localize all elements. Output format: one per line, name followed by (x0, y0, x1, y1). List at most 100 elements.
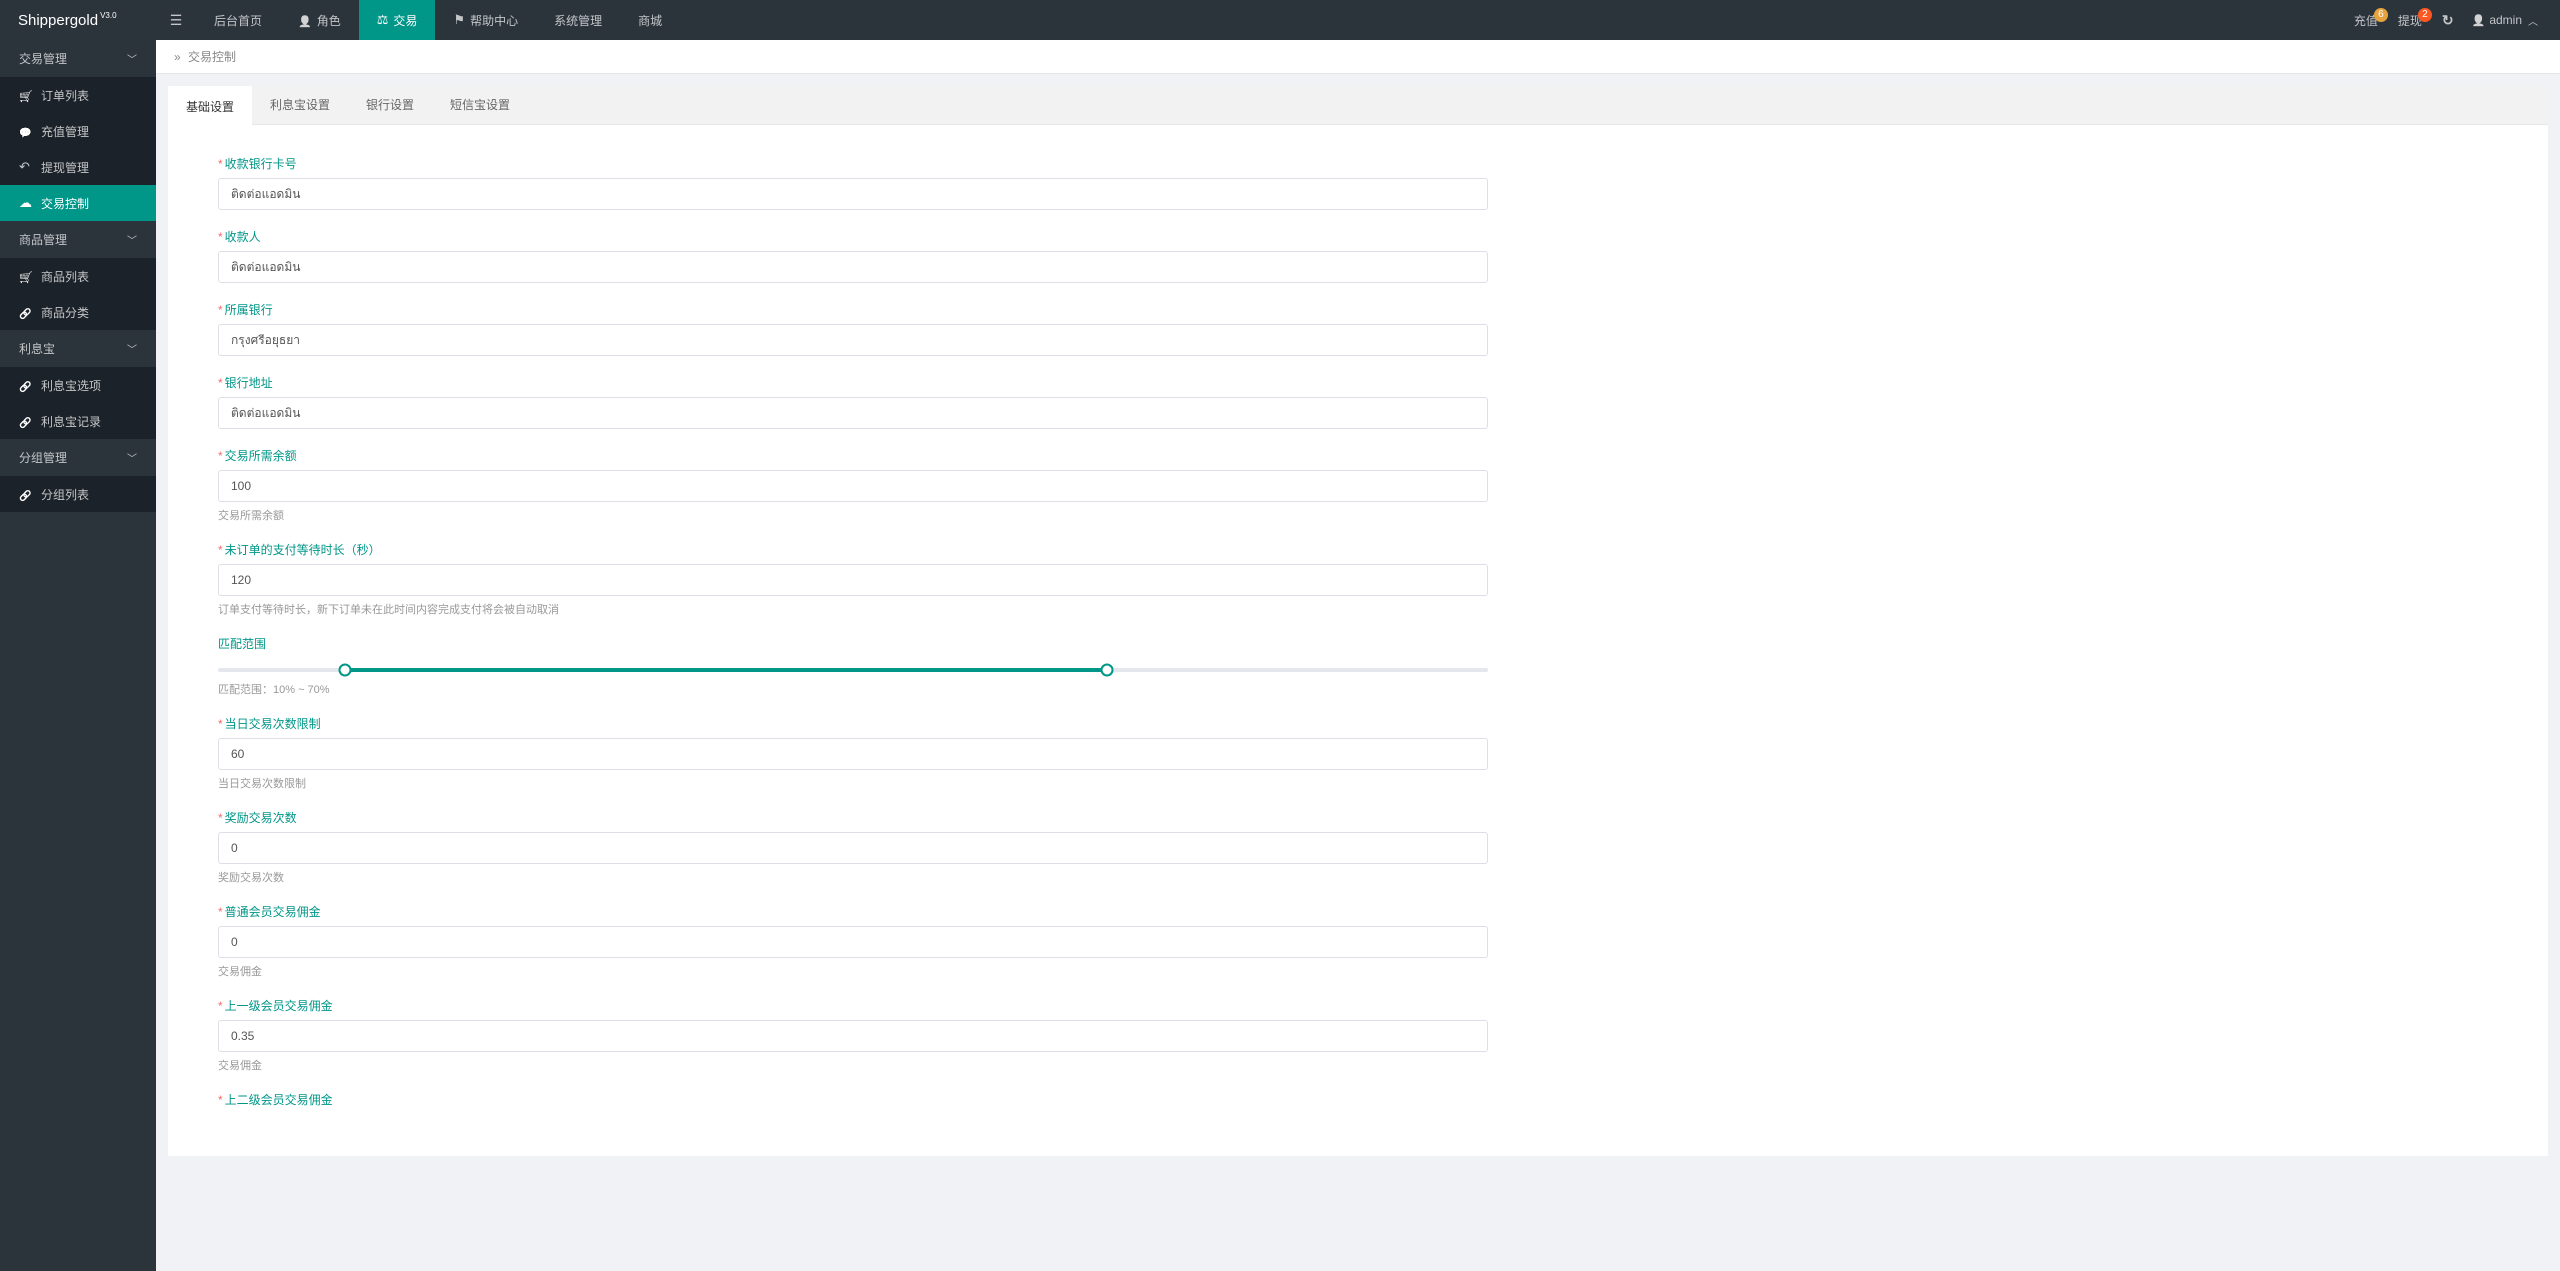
input-reward-times[interactable] (218, 832, 1488, 864)
user-name: admin (2489, 13, 2522, 27)
slider-track (218, 668, 1488, 672)
label-range: 匹配范围 (218, 635, 1488, 652)
refresh-icon (2442, 12, 2454, 29)
label-lvl2-comm: *上二级会员交易佣金 (218, 1091, 1488, 1108)
sidebar-group-label: 分组管理 (19, 449, 67, 466)
help-lvl1-comm: 交易佣金 (218, 1057, 1488, 1073)
user-menu[interactable]: admin ︿ (2464, 13, 2546, 28)
nav-help[interactable]: 帮助中心 (435, 0, 536, 40)
sidebar-item-withdraw[interactable]: 提现管理 (0, 149, 156, 185)
input-bank-addr[interactable] (218, 397, 1488, 429)
tab-label: 短信宝设置 (450, 98, 510, 112)
sidebar-item-recharge[interactable]: 充值管理 (0, 113, 156, 149)
required-mark: * (218, 543, 223, 557)
nav-item-label: 交易 (393, 12, 417, 29)
sidebar-item-label: 分组列表 (41, 486, 89, 503)
sidebar-group-trade[interactable]: 交易管理﹀ (0, 40, 156, 77)
link-icon (19, 487, 33, 502)
chevron-down-icon: ︿ (2528, 13, 2538, 28)
label-reward-times: *奖励交易次数 (218, 809, 1488, 826)
content: 基础设置 利息宝设置 银行设置 短信宝设置 *收款银行卡号 *收款人 *所属银行 (156, 74, 2560, 1168)
form: *收款银行卡号 *收款人 *所属银行 *银行地址 *交易所需余额 (168, 125, 1538, 1156)
field-bank-addr: *银行地址 (218, 374, 1488, 429)
tabs: 基础设置 利息宝设置 银行设置 短信宝设置 (168, 86, 2548, 125)
required-mark: * (218, 905, 223, 919)
label-normal-comm: *普通会员交易佣金 (218, 903, 1488, 920)
top-nav-right: 充值 6 提现 2 admin ︿ (2344, 12, 2560, 29)
help-balance: 交易所需余额 (218, 507, 1488, 523)
sidebar-group-groups[interactable]: 分组管理﹀ (0, 439, 156, 476)
sidebar-item-label: 交易控制 (41, 195, 89, 212)
sidebar-group-interest[interactable]: 利息宝﹀ (0, 330, 156, 367)
recharge-badge: 6 (2374, 8, 2388, 22)
slider-handle-max[interactable] (1101, 664, 1114, 677)
field-daily-limit: *当日交易次数限制 当日交易次数限制 (218, 715, 1488, 791)
main-area: » 交易控制 基础设置 利息宝设置 银行设置 短信宝设置 *收款银行卡号 *收款… (156, 40, 2560, 1168)
field-range: 匹配范围 匹配范围：10% ~ 70% (218, 635, 1488, 697)
input-payee[interactable] (218, 251, 1488, 283)
label-text: 收款人 (225, 230, 261, 244)
chevron-down-icon: ﹀ (127, 232, 137, 247)
cloud-icon (19, 195, 33, 211)
input-normal-comm[interactable] (218, 926, 1488, 958)
breadcrumb: » 交易控制 (156, 40, 2560, 74)
required-mark: * (218, 1093, 223, 1107)
tab-basic[interactable]: 基础设置 (168, 86, 252, 125)
tab-bank[interactable]: 银行设置 (348, 86, 432, 124)
input-balance[interactable] (218, 470, 1488, 502)
input-lvl1-comm[interactable] (218, 1020, 1488, 1052)
user-icon (298, 13, 312, 28)
sidebar-item-label: 提现管理 (41, 159, 89, 176)
range-slider[interactable] (218, 658, 1488, 676)
refresh-button[interactable] (2432, 12, 2464, 29)
tab-sms[interactable]: 短信宝设置 (432, 86, 528, 124)
nav-trade[interactable]: 交易 (359, 0, 436, 40)
required-mark: * (218, 811, 223, 825)
field-normal-comm: *普通会员交易佣金 交易佣金 (218, 903, 1488, 979)
sidebar-group-label: 交易管理 (19, 50, 67, 67)
label-text: 未订单的支付等待时长（秒） (225, 543, 381, 557)
slider-handle-min[interactable] (339, 664, 352, 677)
sidebar-item-product-list[interactable]: 商品列表 (0, 258, 156, 294)
label-text: 当日交易次数限制 (225, 717, 321, 731)
input-bank-card[interactable] (218, 178, 1488, 210)
required-mark: * (218, 376, 223, 390)
input-bank-name[interactable] (218, 324, 1488, 356)
label-text: 普通会员交易佣金 (225, 905, 321, 919)
label-text: 银行地址 (225, 376, 273, 390)
sidebar-item-interest-options[interactable]: 利息宝选项 (0, 367, 156, 403)
recharge-link[interactable]: 充值 6 (2344, 12, 2388, 29)
top-nav: 后台首页 角色 交易 帮助中心 系统管理 商城 (196, 0, 680, 40)
help-range: 匹配范围：10% ~ 70% (218, 681, 1488, 697)
sidebar-item-trade-control[interactable]: 交易控制 (0, 185, 156, 221)
hamburger-icon (170, 12, 183, 28)
field-bank-name: *所属银行 (218, 301, 1488, 356)
nav-shop[interactable]: 商城 (620, 0, 680, 40)
sidebar-item-label: 订单列表 (41, 87, 89, 104)
withdraw-link[interactable]: 提现 2 (2388, 12, 2432, 29)
nav-roles[interactable]: 角色 (280, 0, 359, 40)
label-payee: *收款人 (218, 228, 1488, 245)
back-icon (19, 159, 33, 175)
field-lvl1-comm: *上一级会员交易佣金 交易佣金 (218, 997, 1488, 1073)
sidebar-item-label: 利息宝选项 (41, 377, 101, 394)
sidebar-item-orders[interactable]: 订单列表 (0, 77, 156, 113)
nav-dashboard[interactable]: 后台首页 (196, 0, 280, 40)
label-lvl1-comm: *上一级会员交易佣金 (218, 997, 1488, 1014)
sidebar-toggle-button[interactable] (156, 12, 196, 29)
link-icon (19, 414, 33, 429)
required-mark: * (218, 449, 223, 463)
input-daily-limit[interactable] (218, 738, 1488, 770)
nav-item-label: 帮助中心 (470, 12, 518, 29)
sidebar-group-product[interactable]: 商品管理﹀ (0, 221, 156, 258)
nav-item-label: 系统管理 (554, 12, 602, 29)
input-pay-wait[interactable] (218, 564, 1488, 596)
label-bank-addr: *银行地址 (218, 374, 1488, 391)
nav-system[interactable]: 系统管理 (536, 0, 620, 40)
tab-interest[interactable]: 利息宝设置 (252, 86, 348, 124)
label-text: 所属银行 (225, 303, 273, 317)
sidebar-item-product-cat[interactable]: 商品分类 (0, 294, 156, 330)
sidebar-item-group-list[interactable]: 分组列表 (0, 476, 156, 512)
breadcrumb-current: 交易控制 (188, 50, 236, 64)
sidebar-item-interest-records[interactable]: 利息宝记录 (0, 403, 156, 439)
